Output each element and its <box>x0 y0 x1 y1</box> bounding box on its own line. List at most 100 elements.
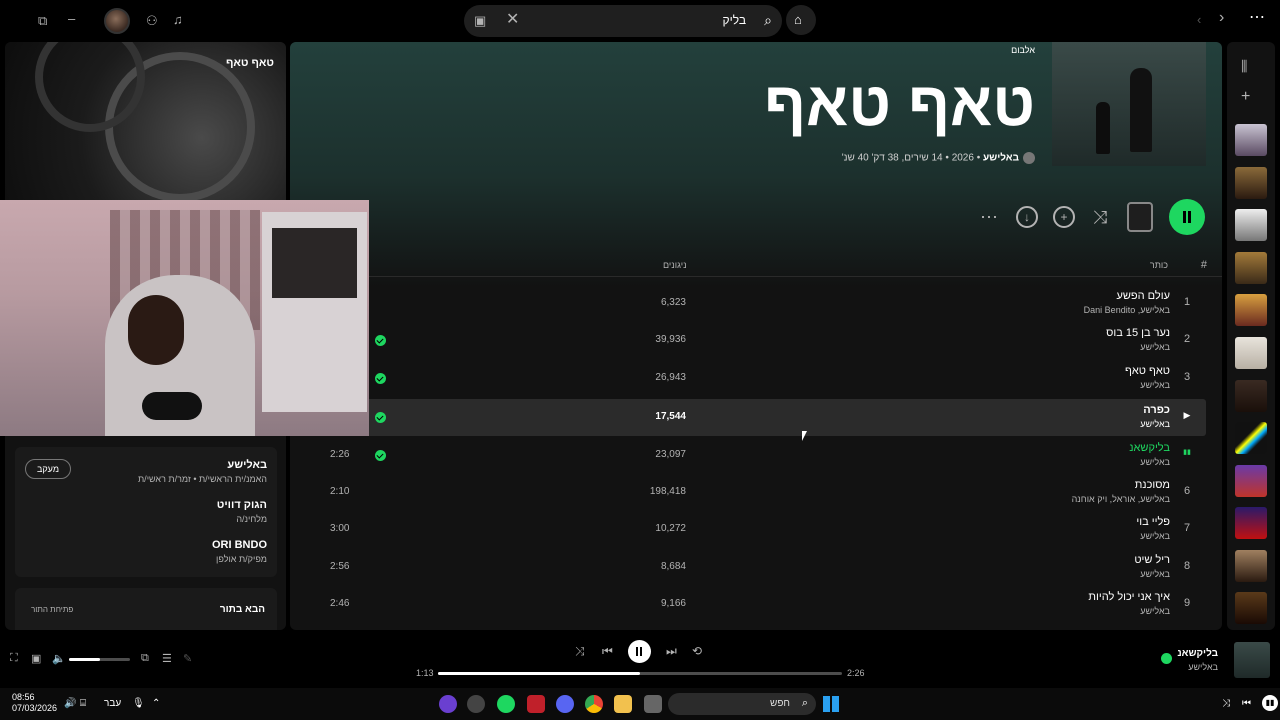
play-track-icon[interactable]: ▶ <box>1180 410 1194 421</box>
player-track-artist[interactable]: באלישע <box>1188 662 1218 672</box>
track-row[interactable]: 2 נער בן 15 בוס באלישע 39,936 <box>290 322 1206 359</box>
bell-icon[interactable]: ♫ <box>173 12 183 28</box>
progress-bar[interactable] <box>438 672 842 675</box>
library-item[interactable] <box>1235 380 1267 412</box>
spotify-app-icon[interactable] <box>497 695 515 713</box>
discord-app-icon[interactable] <box>556 695 574 713</box>
play-pause-button[interactable] <box>1169 199 1205 235</box>
add-icon[interactable]: + <box>1053 206 1075 228</box>
play-pause-button[interactable] <box>628 640 651 663</box>
credit-name[interactable]: ORI BNDO <box>212 539 267 551</box>
track-row[interactable]: 6 מסוכנת באלישע, אוראל, ויק אוחנה 198,41… <box>290 474 1206 511</box>
track-artist[interactable]: באלישע <box>1140 457 1170 467</box>
track-artist[interactable]: באלישע <box>1140 419 1170 429</box>
saved-check-icon[interactable] <box>375 373 386 384</box>
network-icon[interactable]: ⌸ <box>80 698 86 709</box>
volume-icon[interactable]: 🔈 <box>52 652 66 665</box>
windows-start-icon[interactable] <box>823 696 839 712</box>
add-icon[interactable]: + <box>1241 88 1250 106</box>
fullscreen-icon[interactable]: ⛶ <box>10 652 18 665</box>
microphone-icon[interactable]: 🎙 <box>132 698 145 709</box>
saved-check-icon[interactable] <box>375 450 386 461</box>
search-input[interactable]: ▣ ✕ בליק ⌕ <box>464 5 782 37</box>
library-item[interactable] <box>1235 550 1267 582</box>
track-artist[interactable]: באלישע <box>1140 569 1170 579</box>
track-title[interactable]: פליי בוי <box>1136 516 1170 528</box>
track-title[interactable]: כפרה <box>1143 404 1170 416</box>
track-row[interactable]: 9 איך אני יכול להיות באלישע 9,166 2:46 <box>290 586 1206 623</box>
player-cover[interactable] <box>1234 642 1270 678</box>
library-item[interactable] <box>1235 422 1267 454</box>
track-row[interactable]: 3 טאף טאף באלישע 26,943 <box>290 360 1206 397</box>
now-playing-title[interactable]: טאף טאף <box>226 57 274 69</box>
library-item[interactable] <box>1235 465 1267 497</box>
restore-icon[interactable]: ⧉ <box>38 13 47 29</box>
track-artist[interactable]: באלישע <box>1140 606 1170 616</box>
more-icon[interactable]: ⋯ <box>1249 10 1265 26</box>
library-icon[interactable]: ⫼ <box>1241 58 1247 75</box>
app-icon[interactable] <box>439 695 457 713</box>
library-item[interactable] <box>1235 337 1267 369</box>
track-row[interactable]: ▶ כפרה באלישע 17,544 <box>290 399 1206 436</box>
track-row[interactable]: ▮▮ בליקשאנ באלישע 23,097 2:26 <box>290 437 1206 474</box>
miniplayer-icon[interactable]: ▣ <box>31 652 41 665</box>
lyrics-icon[interactable]: ✎ <box>183 652 192 665</box>
app-icon[interactable] <box>527 695 545 713</box>
language-indicator[interactable]: עבר <box>104 698 121 709</box>
more-options-icon[interactable]: ⋯ <box>978 206 1000 228</box>
previous-icon[interactable]: ⏮ <box>1242 698 1251 709</box>
friends-icon[interactable]: ⚇ <box>146 13 158 29</box>
library-item[interactable] <box>1235 507 1267 539</box>
player-track-title[interactable]: בליקשאנ <box>1177 648 1218 659</box>
speaker-icon[interactable]: 🔊 <box>64 698 76 709</box>
shuffle-icon[interactable]: ⤨ <box>1222 698 1230 709</box>
repeat-icon[interactable]: ⟲ <box>692 644 702 658</box>
taskbar-search[interactable]: חפש ⌕ <box>668 693 816 715</box>
follow-button[interactable]: מעקב <box>25 459 71 479</box>
volume-slider[interactable] <box>69 658 130 661</box>
credit-name[interactable]: באלישע <box>138 459 267 471</box>
track-artist[interactable]: באלישע, אוראל, ויק אוחנה <box>1072 494 1170 504</box>
taskbar-clock[interactable]: 08:56 07/03/2026 <box>12 692 57 714</box>
saved-check-icon[interactable] <box>1161 653 1172 664</box>
track-title[interactable]: נער בן 15 בוס <box>1106 327 1170 339</box>
download-icon[interactable]: ↓ <box>1016 206 1038 228</box>
queue-icon[interactable]: ☰ <box>162 652 172 665</box>
track-title[interactable]: מסוכנת <box>1135 479 1170 491</box>
track-title[interactable]: איך אני יכול להיות <box>1088 591 1170 603</box>
library-item[interactable] <box>1235 209 1267 241</box>
track-row[interactable]: 1 עולם הפשע באלישע, Dani Bendito 6,323 <box>290 285 1206 322</box>
shuffle-icon[interactable]: ⤨ <box>575 644 585 659</box>
browse-icon[interactable]: ▣ <box>474 13 486 29</box>
track-title[interactable]: עולם הפשע <box>1117 290 1171 302</box>
track-artist[interactable]: באלישע <box>1140 342 1170 352</box>
pause-icon[interactable]: ▮▮ <box>1262 695 1278 711</box>
avatar[interactable] <box>104 8 130 34</box>
library-item[interactable] <box>1235 124 1267 156</box>
minimize-icon[interactable]: – <box>68 11 75 27</box>
app-icon[interactable] <box>467 695 485 713</box>
track-title[interactable]: ריל שיט <box>1134 554 1170 566</box>
track-artist[interactable]: באלישע <box>1140 380 1170 390</box>
next-icon[interactable]: ⏭ <box>666 644 677 659</box>
saved-check-icon[interactable] <box>375 335 386 346</box>
connect-device-icon[interactable]: ⧉ <box>141 652 149 665</box>
track-title[interactable]: טאף טאף <box>1125 365 1170 377</box>
track-artist[interactable]: באלישע <box>1140 531 1170 541</box>
saved-check-icon[interactable] <box>375 412 386 423</box>
library-item[interactable] <box>1235 294 1267 326</box>
home-button[interactable]: ⌂ <box>786 5 816 35</box>
tray-expand-icon[interactable]: ⌃ <box>152 698 160 709</box>
track-row[interactable]: 7 פליי בוי באלישע 10,272 3:00 <box>290 511 1206 548</box>
app-icon[interactable] <box>644 695 662 713</box>
library-item[interactable] <box>1235 252 1267 284</box>
track-artist[interactable]: באלישע, Dani Bendito <box>1084 305 1170 315</box>
forward-icon[interactable]: › <box>1219 10 1224 26</box>
track-row[interactable]: 8 ריל שיט באלישע 8,684 2:56 <box>290 549 1206 586</box>
previous-icon[interactable]: ⏮ <box>602 644 613 659</box>
credit-name[interactable]: הגוק דוויט <box>217 499 267 511</box>
chrome-app-icon[interactable] <box>585 695 603 713</box>
clear-icon[interactable]: ✕ <box>506 12 519 28</box>
library-item[interactable] <box>1235 592 1267 624</box>
album-artist-link[interactable]: באלישע <box>983 153 1019 164</box>
